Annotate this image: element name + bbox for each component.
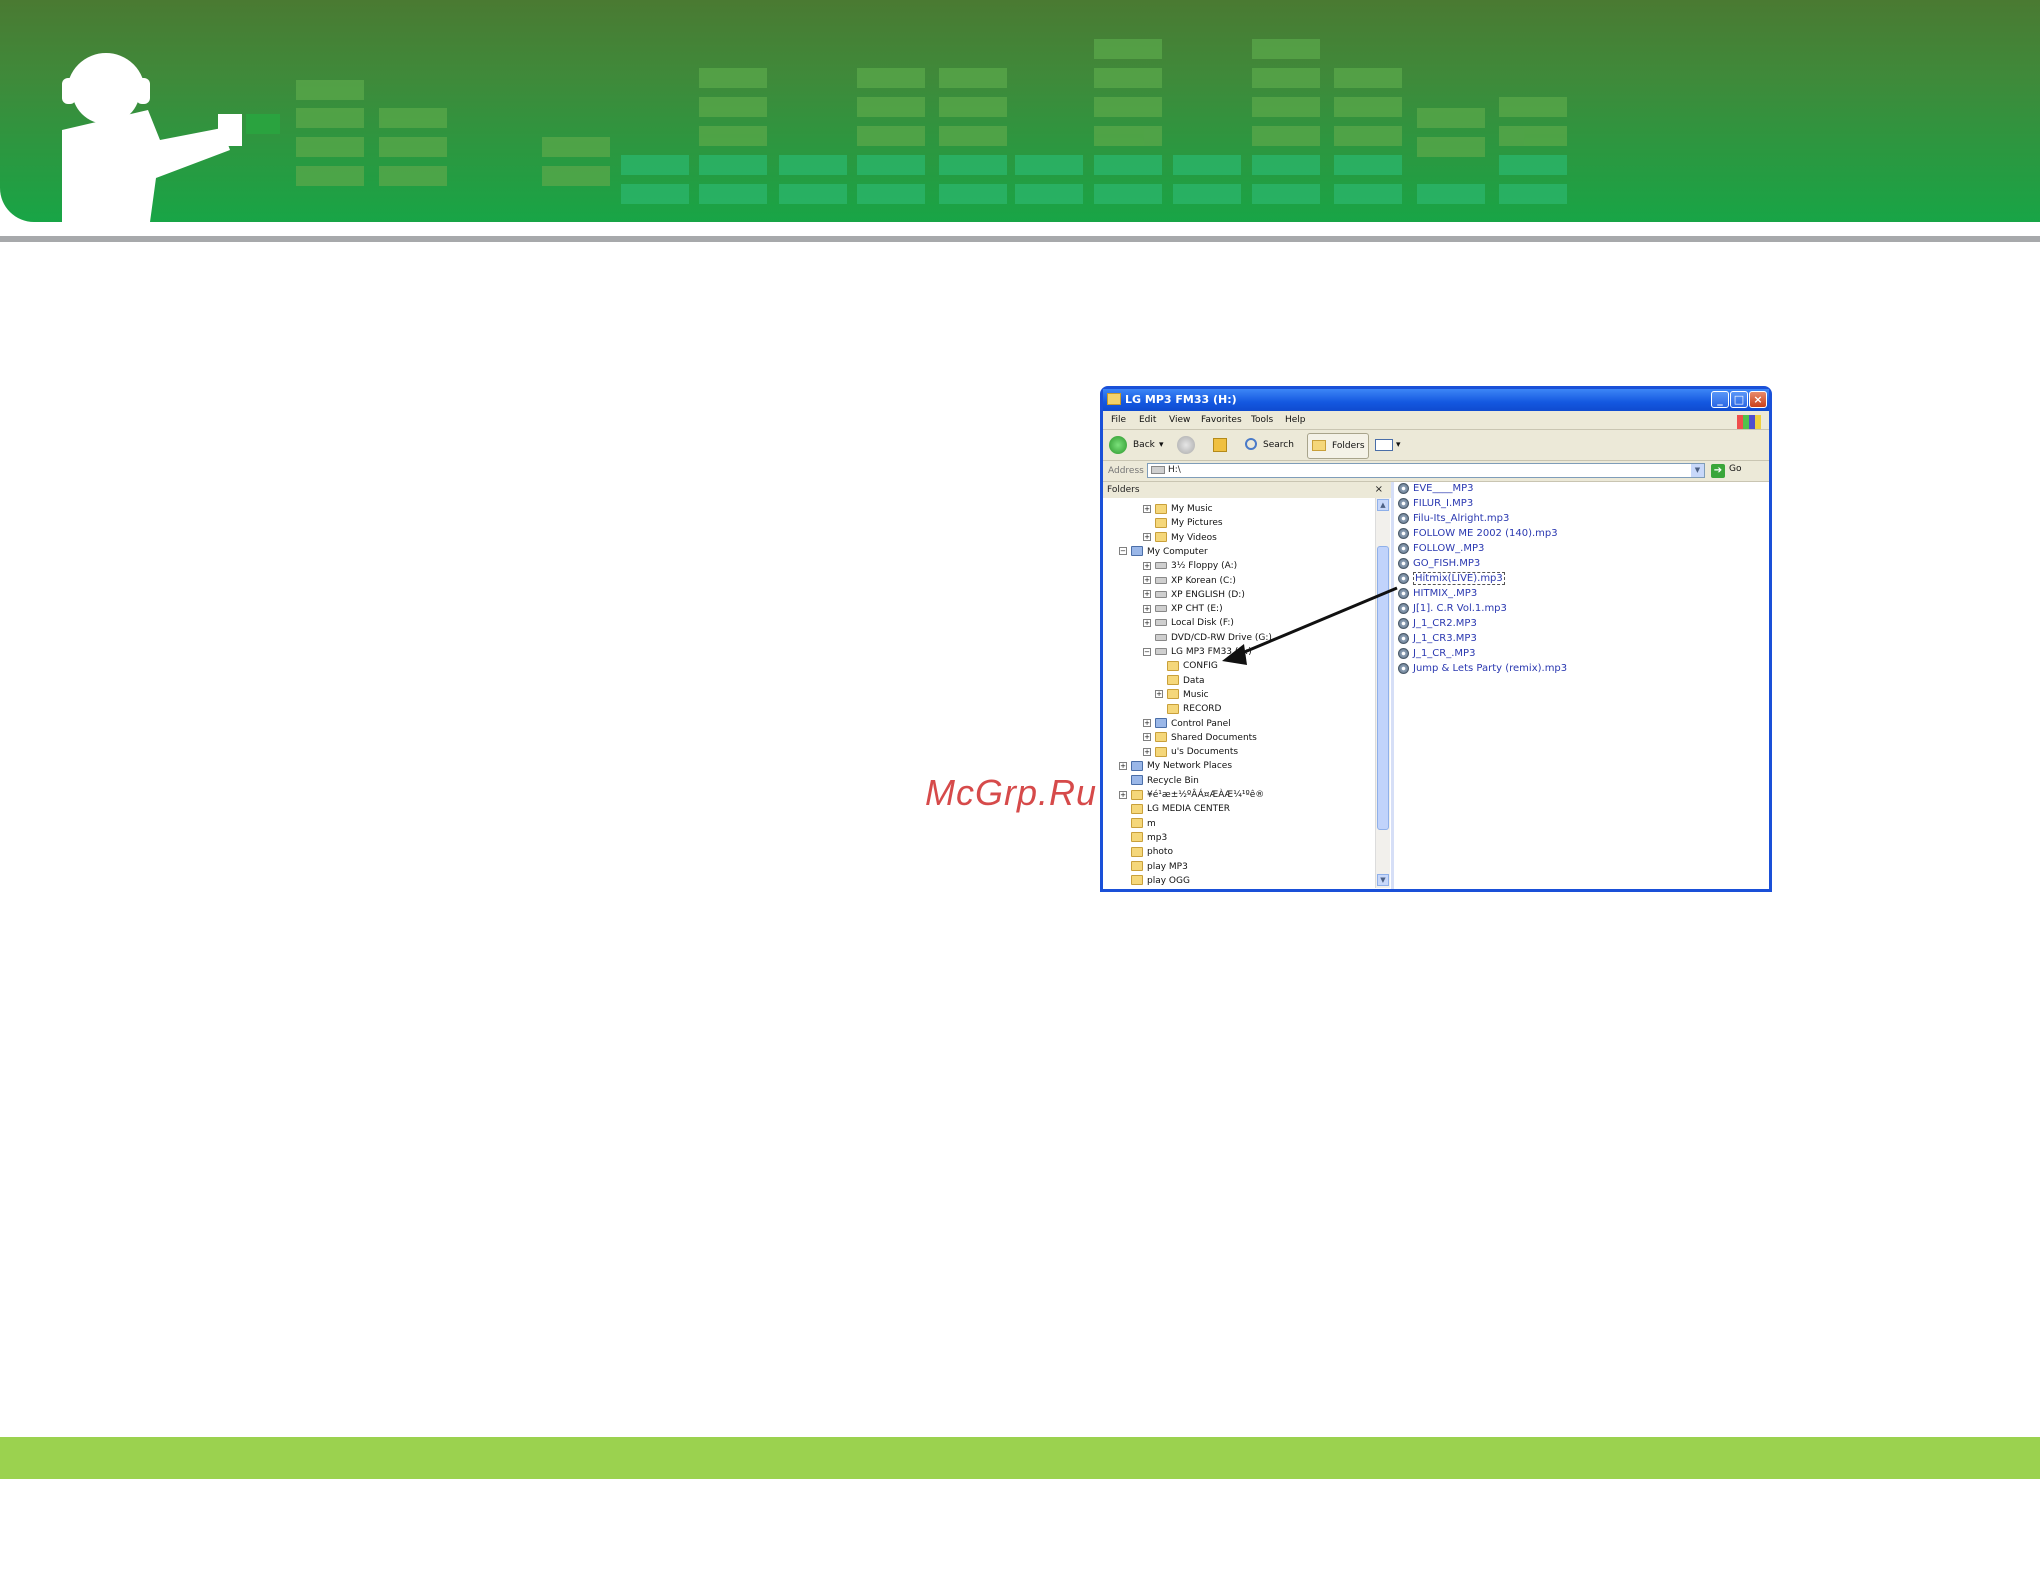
- watermark-text: McGrp.Ru: [925, 772, 1098, 813]
- footer-bar: [0, 1437, 2040, 1479]
